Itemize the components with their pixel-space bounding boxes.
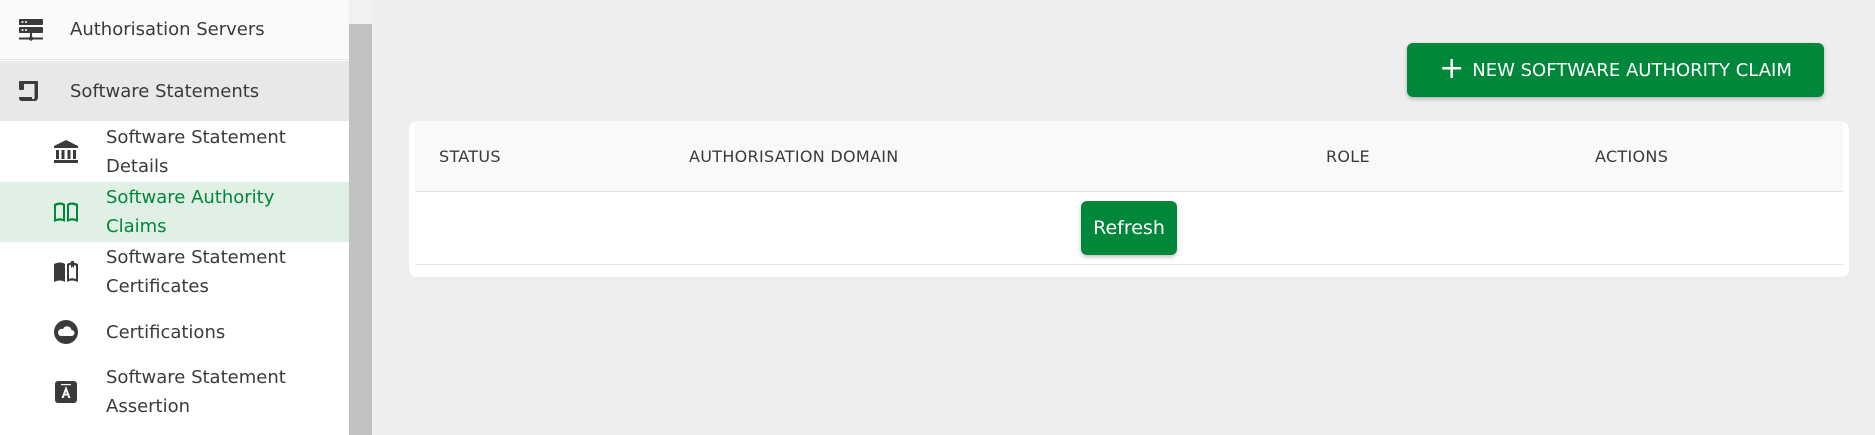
sidebar-item-label: Software Statement Assertion (106, 367, 286, 417)
table-header: STATUS AUTHORISATION DOMAIN ROLE ACTIONS (415, 121, 1843, 192)
open-book-icon (54, 202, 78, 222)
column-header-authorisation-domain[interactable]: AUTHORISATION DOMAIN (689, 147, 899, 166)
server-icon (19, 18, 43, 41)
claims-table-card: STATUS AUTHORISATION DOMAIN ROLE ACTIONS… (409, 121, 1849, 277)
sidebar-item-software-statement-certificates[interactable]: Software Statement Certificates (0, 242, 349, 302)
row-divider (415, 264, 1843, 265)
column-header-status[interactable]: STATUS (439, 147, 501, 166)
cloud-icon (54, 320, 78, 344)
sidebar-item-label: Software Statements (70, 80, 260, 102)
sidebar: Authorisation Servers Software Statement… (0, 0, 349, 435)
sidebar-item-label: Software Statement Certificates (106, 247, 286, 297)
sidebar-item-certifications[interactable]: Certifications (0, 302, 349, 362)
column-header-role[interactable]: ROLE (1326, 147, 1370, 166)
book-icon (54, 261, 78, 282)
sidebar-item-authorisation-servers[interactable]: Authorisation Servers (0, 0, 349, 60)
refresh-button[interactable]: Refresh (1081, 201, 1177, 255)
sidebar-item-software-statement-assertion[interactable]: Software Statement Assertion (0, 362, 349, 422)
sidebar-scrollbar-thumb[interactable] (349, 24, 372, 435)
sidebar-item-software-statement-details[interactable]: Software Statement Details (0, 122, 349, 182)
new-claim-button-label: NEW SOFTWARE AUTHORITY CLAIM (1472, 59, 1792, 81)
sidebar-item-software-statements[interactable]: Software Statements (0, 61, 349, 121)
assertion-badge-icon (55, 381, 77, 403)
sidebar-item-label: Certifications (106, 321, 226, 343)
plus-icon: + (1439, 50, 1465, 86)
sidebar-item-software-authority-claims[interactable]: Software Authority Claims (0, 182, 349, 242)
bank-icon (54, 140, 78, 163)
sidebar-item-label: Authorisation Servers (70, 19, 265, 40)
sidebar-item-label: Software Statement Details (106, 127, 286, 177)
column-header-actions: ACTIONS (1595, 147, 1669, 166)
sidebar-item-label: Software Authority Claims (106, 187, 275, 237)
document-icon (19, 81, 38, 101)
new-software-authority-claim-button[interactable]: + NEW SOFTWARE AUTHORITY CLAIM (1407, 43, 1824, 97)
